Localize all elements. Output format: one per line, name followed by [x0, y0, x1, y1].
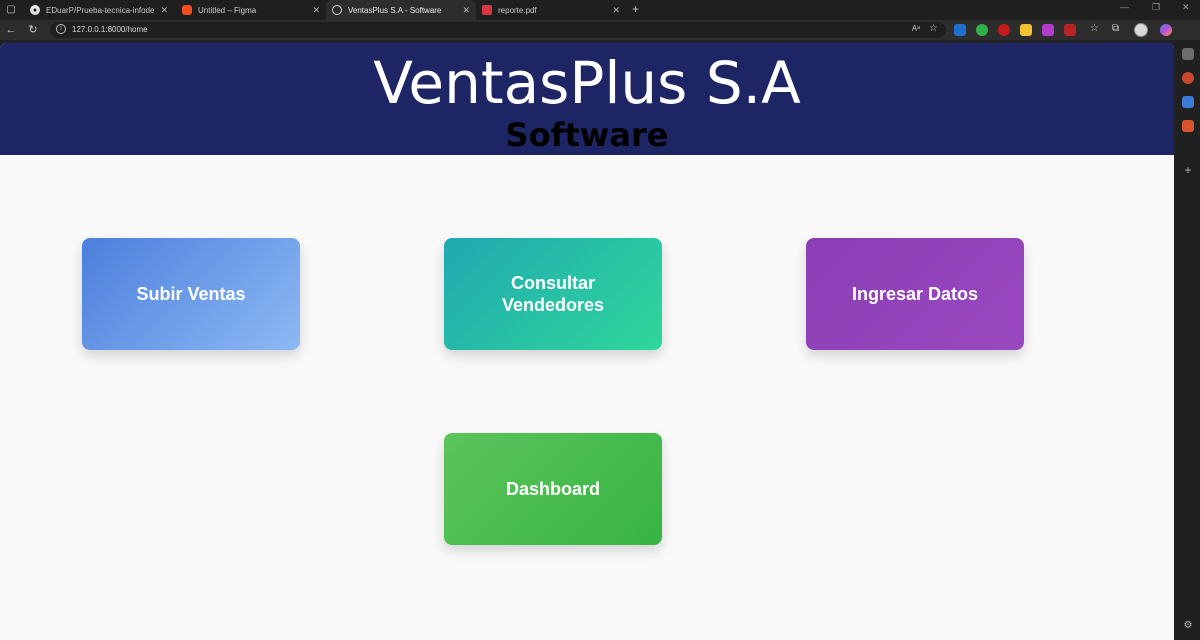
read-aloud-icon[interactable]: Aᵃ	[912, 24, 920, 33]
consultar-vendedores-button[interactable]: Consultar Vendedores	[444, 238, 662, 350]
tab-pdf[interactable]: reporte.pdf ✕	[476, 0, 626, 20]
favorite-star-icon[interactable]: ☆	[929, 23, 938, 34]
site-subtitle: Software	[505, 116, 669, 154]
url-text: 127.0.0.1:8000/home	[72, 25, 148, 34]
tab-title: Untitled – Figma	[198, 5, 257, 15]
new-tab-icon[interactable]: +	[632, 2, 639, 16]
extension-icon[interactable]	[1064, 24, 1076, 36]
copilot-icon[interactable]	[1160, 24, 1172, 36]
subir-ventas-button[interactable]: Subir Ventas	[82, 238, 300, 350]
close-icon[interactable]: ✕	[462, 5, 470, 16]
collections-icon[interactable]: ⧉	[1112, 23, 1119, 35]
button-label: Dashboard	[505, 479, 601, 499]
minimize-icon[interactable]: —	[1120, 2, 1129, 12]
tab-actions-icon[interactable]: ▢	[4, 3, 18, 17]
avatar[interactable]	[1134, 23, 1148, 37]
tab-title: EDuarP/Prueba-tecnica-infodec	[46, 5, 155, 15]
extension-icon[interactable]	[954, 24, 966, 36]
site-header: VentasPlus S.A Software	[0, 43, 1174, 155]
address-bar: ← ↻ i 127.0.0.1:8000/home Aᵃ ☆ ☆ ⧉	[0, 20, 1200, 40]
browser-sidebar: + ⚙	[1176, 40, 1200, 640]
extension-icon[interactable]	[976, 24, 988, 36]
close-icon[interactable]: ✕	[160, 5, 168, 16]
sidebar-app-icon[interactable]	[1182, 96, 1194, 108]
button-label: Ingresar Datos	[851, 284, 979, 304]
dashboard-button[interactable]: Dashboard	[444, 433, 662, 545]
sidebar-app-icon[interactable]	[1182, 120, 1194, 132]
site-info-icon[interactable]: i	[56, 24, 66, 34]
tab-ventasplus[interactable]: VentasPlus S.A - Software ✕	[326, 0, 476, 20]
figma-icon	[182, 5, 192, 15]
browser-tab-bar: ▢ ● EDuarP/Prueba-tecnica-infodec ✕ Unti…	[0, 0, 1200, 20]
button-label: Subir Ventas	[136, 284, 246, 304]
ingresar-datos-button[interactable]: Ingresar Datos	[806, 238, 1024, 350]
x-icon[interactable]	[1182, 48, 1194, 60]
extension-icon[interactable]	[1042, 24, 1054, 36]
tab-github[interactable]: ● EDuarP/Prueba-tecnica-infodec ✕	[24, 0, 174, 20]
globe-icon	[332, 5, 342, 15]
favorites-icon[interactable]: ☆	[1090, 23, 1099, 35]
close-window-icon[interactable]: ✕	[1182, 2, 1190, 13]
github-icon: ●	[30, 5, 40, 15]
back-icon[interactable]: ←	[4, 23, 18, 37]
settings-gear-icon[interactable]: ⚙	[1182, 620, 1194, 632]
url-field[interactable]: i 127.0.0.1:8000/home Aᵃ ☆	[50, 22, 946, 38]
tab-title: reporte.pdf	[498, 5, 537, 15]
add-icon[interactable]: +	[1182, 164, 1194, 176]
button-label: Consultar Vendedores	[501, 273, 605, 315]
tab-figma[interactable]: Untitled – Figma ✕	[176, 0, 326, 20]
reload-icon[interactable]: ↻	[26, 23, 40, 37]
site-title: VentasPlus S.A	[373, 49, 801, 117]
sidebar-app-icon[interactable]	[1182, 72, 1194, 84]
pdf-icon	[482, 5, 492, 15]
tab-title: VentasPlus S.A - Software	[348, 5, 442, 15]
close-icon[interactable]: ✕	[612, 5, 620, 16]
maximize-icon[interactable]: ❐	[1152, 2, 1160, 13]
close-icon[interactable]: ✕	[312, 5, 320, 16]
page-viewport: VentasPlus S.A Software Subir Ventas Con…	[0, 43, 1174, 640]
extension-icon[interactable]	[1020, 24, 1032, 36]
extension-icon[interactable]	[998, 24, 1010, 36]
